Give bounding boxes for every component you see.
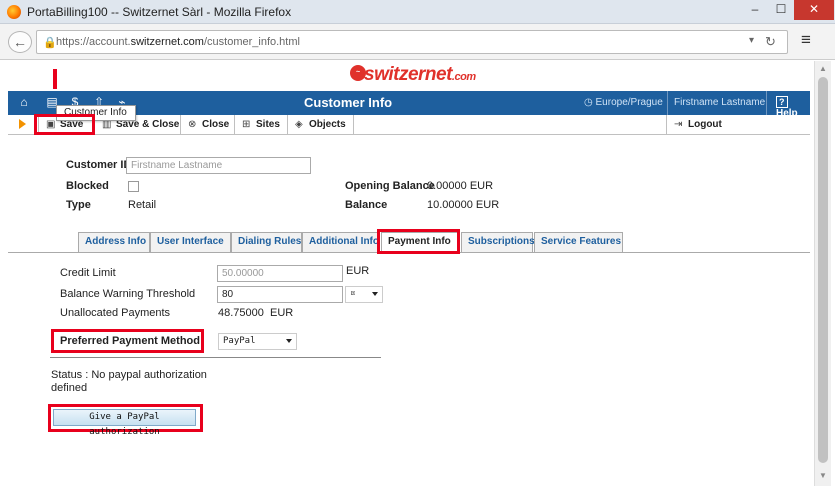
scrollbar-thumb[interactable] [818,77,828,463]
scroll-up-icon[interactable]: ▲ [819,64,827,73]
window-title: PortaBilling100 -- Switzernet Sàrl - Moz… [27,5,292,19]
tab-service-features[interactable]: Service Features [534,232,623,252]
close-window-button[interactable]: ✕ [794,0,834,20]
chevron-down-icon [286,339,292,343]
lock-icon: 🔒 [43,37,57,49]
reload-icon[interactable]: ↻ [765,34,776,50]
objects-button[interactable]: ◈ Objects [287,115,354,135]
unallocated-label: Unallocated Payments [60,307,171,319]
status-text-line1: Status : No paypal authorization [51,369,207,381]
left-arrow-icon: ← [13,34,27,50]
tab-dialing-rules[interactable]: Dialing Rules [231,232,302,252]
close-icon: ⊗ [188,119,197,130]
balance-warning-unit-select[interactable]: ¤ [345,286,383,303]
type-value: Retail [128,199,157,211]
tab-address-info[interactable]: Address Info [78,232,150,252]
sites-button[interactable]: ⊞ Sites [234,115,287,135]
browser-navbar: ← 🔒 https://account.switzernet.com/custo… [0,24,835,60]
sites-icon: ⊞ [242,119,251,130]
give-paypal-authorization-button[interactable]: Give a PayPal authorization [53,409,196,437]
tab-user-interface[interactable]: User Interface [150,232,231,252]
section-divider [50,357,381,358]
save-highlight [34,114,95,135]
status-text-line2: defined [51,382,88,394]
close-button[interactable]: ⊗ Close [180,115,234,135]
customer-id-input[interactable]: Firstname Lastname [126,157,311,174]
user-name-link[interactable]: Firstname Lastname [674,97,765,108]
timezone-link[interactable]: ◷ Europe/Prague [584,97,663,108]
balance-value: 10.00000 EUR [427,199,500,211]
balance-label: Balance [345,199,388,211]
header-divider [766,91,767,115]
page-content: ~ switzernet.com ⌂ ▤ $ ⇧ ⌁ Customer Info… [8,61,810,486]
type-label: Type [66,199,91,211]
firefox-icon [7,5,21,19]
credit-limit-unit: EUR [346,265,370,277]
header-divider [667,91,668,115]
maximize-button[interactable]: ☐ [768,0,794,20]
logout-icon: ⇥ [674,119,683,130]
payment-info-highlight [377,229,460,254]
back-button[interactable]: ← [8,31,32,53]
annotation-marker [53,69,57,89]
blocked-checkbox[interactable] [128,181,139,192]
balance-warning-input[interactable]: 80 [217,286,343,303]
url-bar[interactable]: 🔒 https://account.switzernet.com/custome… [36,30,788,54]
balance-warning-label: Balance Warning Threshold [60,288,196,300]
opening-balance-label: Opening Balance [345,180,435,192]
home-icon[interactable]: ⌂ [16,95,32,110]
scroll-down-icon[interactable]: ▼ [819,471,827,480]
url-dropdown-icon[interactable]: ▾ [749,35,754,46]
customer-id-label: Customer ID [66,159,132,171]
preferred-method-select[interactable]: PayPal [218,333,297,350]
minimize-button[interactable]: – [742,0,768,20]
tab-subscriptions[interactable]: Subscriptions [461,232,535,252]
credit-limit-input[interactable]: 50.00000 [217,265,343,282]
unallocated-value: 48.75000 EUR [218,307,294,319]
objects-icon: ◈ [295,119,303,130]
vertical-scrollbar[interactable]: ▲ ▼ [814,61,831,486]
tab-additional-info[interactable]: Additional Info [302,232,379,252]
hamburger-icon[interactable]: ≡ [796,31,816,50]
preferred-method-label: Preferred Payment Method [60,335,200,347]
window-titlebar: PortaBilling100 -- Switzernet Sàrl - Moz… [0,0,835,24]
chevron-down-icon [372,292,378,296]
help-icon: ? [776,96,788,108]
credit-limit-label: Credit Limit [60,267,116,279]
page-title: Customer Info [304,95,393,110]
blocked-label: Blocked [66,180,109,192]
toolbar-arrow-icon [19,119,26,129]
opening-balance-value: 0.00000 EUR [427,180,494,192]
url-text: https://account.switzernet.com/customer_… [56,36,300,48]
logout-button[interactable]: ⇥ Logout [666,115,810,135]
